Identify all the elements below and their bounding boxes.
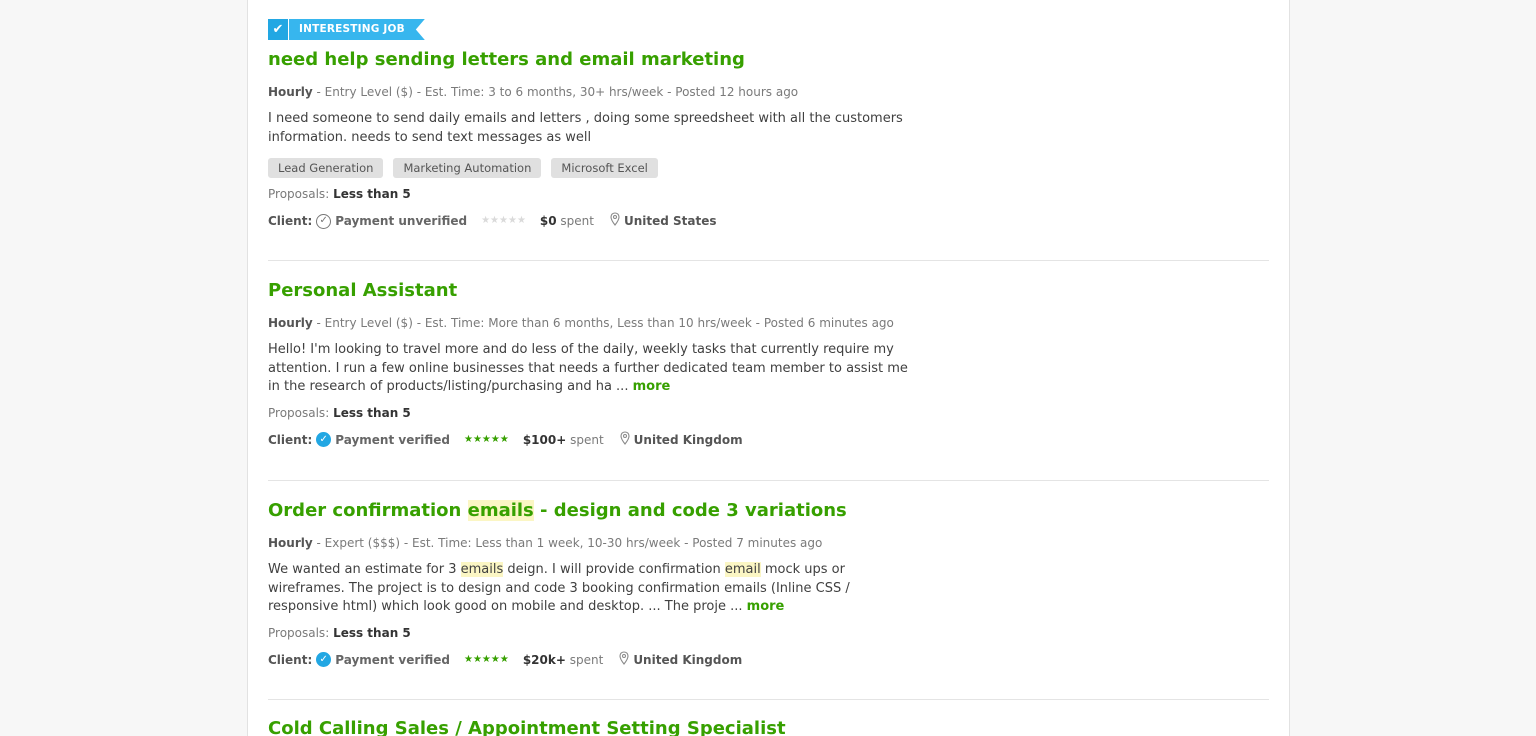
more-link[interactable]: more — [747, 599, 785, 614]
rating-stars: ★★★★★ — [481, 215, 526, 226]
spent-suffix: spent — [556, 214, 594, 228]
client-label: Client: — [268, 432, 313, 447]
client-label: Client: — [268, 652, 313, 667]
check-circle-outline-icon: ✓ — [316, 213, 332, 229]
checkmark-icon: ✔ — [268, 19, 288, 40]
job-title[interactable]: Cold Calling Sales / Appointment Setting… — [268, 717, 1269, 736]
job-description-text: We wanted an estimate for 3 — [268, 562, 461, 577]
job-meta: Hourly - Expert ($$$) - Est. Time: Less … — [268, 535, 1269, 551]
skill-tag[interactable]: Lead Generation — [268, 158, 384, 178]
job-feed-panel: ✔ INTERESTING JOB need help sending lett… — [247, 0, 1290, 736]
proposals-value: Less than 5 — [333, 625, 411, 640]
proposals-info: Proposals: Less than 5 — [268, 625, 1269, 641]
divider — [268, 260, 1269, 261]
proposals-label: Proposals: — [268, 187, 330, 201]
spent-suffix: spent — [565, 652, 604, 667]
job-title[interactable]: Order confirmation emails - design and c… — [268, 499, 1269, 523]
spent-amount: $20k+ — [522, 652, 566, 667]
skill-tags: Lead Generation Marketing Automation Mic… — [268, 158, 1269, 178]
check-circle-filled-icon: ✓ — [316, 652, 332, 667]
job-title-part: Order confirmation — [268, 500, 468, 521]
client-spent: $0 spent — [540, 213, 594, 229]
map-pin-icon — [619, 650, 629, 669]
search-highlight: emails — [467, 500, 534, 521]
payment-status: Payment verified — [335, 432, 450, 447]
spent-amount: $0 — [539, 214, 557, 228]
job-title-link[interactable]: Cold Calling Sales / Appointment Setting… — [268, 718, 786, 736]
job-type: Hourly — [268, 316, 313, 330]
client-spent: $100+ spent — [523, 432, 604, 448]
map-pin-icon — [610, 212, 620, 230]
proposals-info: Proposals: Less than 5 — [268, 405, 1269, 421]
client-country: United Kingdom — [633, 432, 743, 447]
payment-status: Payment verified — [335, 652, 450, 667]
search-highlight: emails — [460, 562, 504, 577]
interesting-job-badge: ✔ INTERESTING JOB — [268, 19, 425, 40]
job-description: I need someone to send daily emails and … — [268, 111, 903, 145]
job-title-link[interactable]: need help sending letters and email mark… — [268, 49, 745, 70]
job-description-text: Hello! I'm looking to travel more and do… — [268, 342, 908, 394]
job-tile[interactable]: Order confirmation emails - design and c… — [268, 499, 1269, 669]
client-info: Client: ✓ Payment verified ★★★★★ $100+ s… — [268, 430, 1269, 449]
client-label: Client: — [268, 214, 313, 228]
job-title-link[interactable]: Order confirmation emails - design and c… — [268, 500, 847, 521]
search-highlight: email — [724, 562, 761, 577]
rating-stars: ★★★★★ — [464, 653, 509, 665]
proposals-info: Proposals: Less than 5 — [268, 186, 1269, 202]
payment-status: Payment unverified — [335, 214, 468, 228]
skill-tag[interactable]: Marketing Automation — [393, 158, 542, 178]
job-title-part: - design and code 3 variations — [533, 500, 847, 521]
job-description: Hello! I'm looking to travel more and do… — [268, 341, 918, 397]
job-meta: Hourly - Entry Level ($) - Est. Time: Mo… — [268, 315, 1269, 331]
proposals-label: Proposals: — [268, 625, 330, 640]
job-tile[interactable]: Personal Assistant Hourly - Entry Level … — [268, 279, 1269, 449]
job-meta-text: - Entry Level ($) - Est. Time: 3 to 6 mo… — [312, 85, 799, 99]
check-circle-filled-icon: ✓ — [316, 432, 332, 447]
rating-stars: ★★★★★ — [464, 433, 509, 445]
job-meta-text: - Expert ($$$) - Est. Time: Less than 1 … — [312, 536, 823, 550]
client-spent: $20k+ spent — [523, 652, 603, 668]
client-info: Client: ✓ Payment verified ★★★★★ $20k+ s… — [268, 650, 1269, 669]
client-country: United Kingdom — [633, 652, 743, 667]
job-description-text: deign. I will provide confirmation — [503, 562, 725, 577]
client-country: United States — [624, 214, 717, 228]
proposals-value: Less than 5 — [333, 187, 411, 201]
proposals-value: Less than 5 — [333, 405, 411, 420]
spent-amount: $100+ — [522, 432, 567, 447]
proposals-label: Proposals: — [268, 405, 330, 420]
spent-suffix: spent — [566, 432, 604, 447]
job-title[interactable]: Personal Assistant — [268, 279, 1269, 303]
job-description: We wanted an estimate for 3 emails deign… — [268, 561, 918, 617]
job-tile[interactable]: Cold Calling Sales / Appointment Setting… — [268, 717, 1269, 736]
skill-tag[interactable]: Microsoft Excel — [551, 158, 658, 178]
job-tile[interactable]: ✔ INTERESTING JOB need help sending lett… — [268, 18, 1269, 230]
map-pin-icon — [620, 430, 630, 449]
job-title[interactable]: need help sending letters and email mark… — [268, 48, 1269, 72]
client-info: Client: ✓ Payment unverified ★★★★★ $0 sp… — [268, 212, 1269, 230]
job-type: Hourly — [268, 536, 313, 550]
job-type: Hourly — [268, 85, 313, 99]
job-title-link[interactable]: Personal Assistant — [268, 280, 457, 301]
divider — [268, 480, 1269, 481]
badge-label: INTERESTING JOB — [289, 19, 425, 40]
job-meta-text: - Entry Level ($) - Est. Time: More than… — [312, 316, 894, 330]
more-link[interactable]: more — [633, 379, 671, 394]
job-meta: Hourly - Entry Level ($) - Est. Time: 3 … — [268, 84, 1269, 100]
divider — [268, 699, 1269, 700]
